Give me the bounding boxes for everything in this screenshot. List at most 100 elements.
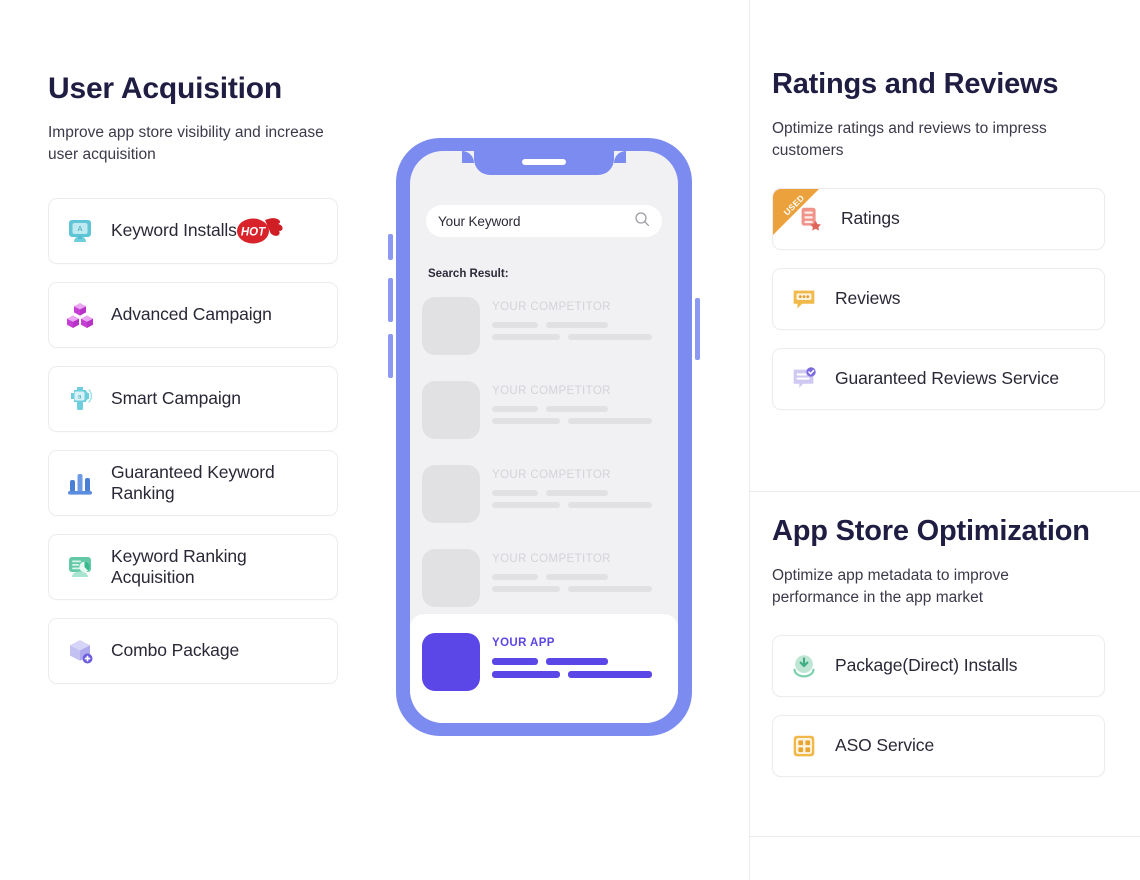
- search-icon[interactable]: [634, 211, 650, 232]
- service-card-label: Combo Package: [111, 640, 240, 661]
- search-result-list: YOUR COMPETITOR YOUR COMPETITOR YOUR COM…: [422, 291, 672, 711]
- bar-chart-icon: [63, 466, 97, 500]
- reviews-check-icon: [787, 362, 821, 396]
- placeholder-bar: [492, 574, 538, 580]
- service-card-ratings[interactable]: USED Ratings: [772, 187, 1105, 250]
- placeholder-bar: [546, 322, 608, 328]
- smart-broadcast-icon: a: [63, 382, 97, 416]
- my-app-thumbnail: [422, 633, 480, 691]
- placeholder-bar: [492, 406, 538, 412]
- service-card-label: Keyword Installs: [111, 220, 237, 241]
- result-row[interactable]: YOUR COMPETITOR: [422, 375, 672, 459]
- placeholder-bar: [492, 502, 560, 508]
- placeholder-bar: [568, 671, 652, 678]
- service-card-label: Smart Campaign: [111, 388, 241, 409]
- phone-screen: Your Keyword Search Result: YOUR COMPETI…: [410, 151, 678, 723]
- app-thumbnail: [422, 549, 480, 607]
- app-store-optimization-card-list: Package(Direct) Installs ASO Service: [772, 634, 1112, 777]
- placeholder-bar: [546, 406, 608, 412]
- service-card-label: Advanced Campaign: [111, 304, 272, 325]
- ratings-and-reviews-title: Ratings and Reviews: [772, 68, 1059, 100]
- placeholder-bar: [492, 334, 560, 340]
- service-card-advanced-campaign[interactable]: Advanced Campaign: [48, 281, 338, 348]
- search-input[interactable]: Your Keyword: [438, 214, 634, 229]
- chart-screen-icon: [63, 550, 97, 584]
- service-catalog-page: User Acquisition Improve app store visib…: [0, 0, 1140, 880]
- phone-button-volume-down: [388, 334, 393, 378]
- svg-text:a: a: [78, 393, 82, 400]
- horizontal-divider-lower: [750, 836, 1140, 837]
- user-acquisition-section: User Acquisition Improve app store visib…: [48, 72, 348, 702]
- phone-mockup: Your Keyword Search Result: YOUR COMPETI…: [388, 138, 700, 738]
- result-title: YOUR COMPETITOR: [492, 553, 611, 565]
- placeholder-bar: [546, 658, 608, 665]
- placeholder-bar: [546, 490, 608, 496]
- service-card-label: Reviews: [835, 288, 901, 309]
- service-card-label: Guaranteed Keyword Ranking: [111, 462, 275, 503]
- result-row[interactable]: YOUR COMPETITOR: [422, 459, 672, 543]
- service-card-aso-service[interactable]: ASO Service: [772, 714, 1105, 777]
- placeholder-bar: [568, 334, 652, 340]
- boxes-stack-icon: [63, 298, 97, 332]
- ratings-and-reviews-subtitle: Optimize ratings and reviews to impress …: [772, 119, 1047, 159]
- result-title: YOUR COMPETITOR: [492, 469, 611, 481]
- monitor-keyword-icon: A: [63, 214, 97, 248]
- app-thumbnail: [422, 297, 480, 355]
- service-card-label: Ratings: [841, 208, 900, 229]
- app-thumbnail: [422, 465, 480, 523]
- placeholder-bar: [492, 490, 538, 496]
- placeholder-bar: [568, 418, 652, 424]
- phone-notch: [462, 151, 626, 175]
- vertical-divider: [749, 0, 750, 880]
- result-title: YOUR COMPETITOR: [492, 301, 611, 313]
- svg-text:HOT: HOT: [241, 226, 266, 238]
- horizontal-divider-upper: [750, 491, 1140, 492]
- service-card-guaranteed-reviews-service[interactable]: Guaranteed Reviews Service: [772, 347, 1105, 410]
- placeholder-bar: [492, 418, 560, 424]
- ratings-and-reviews-section: Ratings and Reviews Optimize ratings and…: [772, 66, 1112, 428]
- phone-speaker: [522, 159, 566, 165]
- service-card-label: Package(Direct) Installs: [835, 655, 1018, 676]
- speech-bubble-icon: [787, 282, 821, 316]
- service-card-guaranteed-keyword-ranking[interactable]: Guaranteed Keyword Ranking: [48, 449, 338, 516]
- service-card-reviews[interactable]: Reviews: [772, 267, 1105, 330]
- app-store-optimization-subtitle: Optimize app metadata to improve perform…: [772, 566, 1009, 606]
- service-card-keyword-installs[interactable]: A Keyword Installs HOT: [48, 197, 338, 264]
- search-result-heading: Search Result:: [428, 268, 509, 280]
- placeholder-bar: [492, 322, 538, 328]
- ratings-star-icon: [793, 202, 827, 236]
- placeholder-bar: [492, 586, 560, 592]
- download-circle-icon: [787, 649, 821, 683]
- phone-button-power: [695, 298, 700, 360]
- placeholder-bar: [568, 502, 652, 508]
- ratings-and-reviews-card-list: USED Ratings Reviews Guaranteed Reviews …: [772, 187, 1112, 410]
- service-card-smart-campaign[interactable]: a Smart Campaign: [48, 365, 338, 432]
- service-card-label: Guaranteed Reviews Service: [835, 368, 1060, 389]
- result-row[interactable]: YOUR COMPETITOR: [422, 291, 672, 375]
- phone-button-silent: [388, 234, 393, 260]
- placeholder-bar: [546, 574, 608, 580]
- phone-button-volume-up: [388, 278, 393, 322]
- result-title: YOUR APP: [492, 637, 555, 649]
- placeholder-bar: [492, 671, 560, 678]
- user-acquisition-subtitle: Improve app store visibility and increas…: [48, 123, 324, 163]
- placeholder-bar: [568, 586, 652, 592]
- app-store-search-bar[interactable]: Your Keyword: [426, 205, 662, 237]
- service-card-label: ASO Service: [835, 735, 935, 756]
- service-card-label: Keyword Ranking Acquisition: [111, 546, 247, 587]
- result-row-my-app[interactable]: YOUR APP: [422, 627, 672, 711]
- result-row[interactable]: YOUR COMPETITOR: [422, 543, 672, 627]
- svg-text:A: A: [78, 226, 83, 233]
- service-card-package-direct-installs[interactable]: Package(Direct) Installs: [772, 634, 1105, 697]
- app-thumbnail: [422, 381, 480, 439]
- result-title: YOUR COMPETITOR: [492, 385, 611, 397]
- hot-badge: HOT: [234, 216, 290, 246]
- package-plus-icon: [63, 634, 97, 668]
- service-card-combo-package[interactable]: Combo Package: [48, 617, 338, 684]
- grid-squares-icon: [787, 729, 821, 763]
- app-store-optimization-title: App Store Optimization: [772, 515, 1090, 547]
- service-card-keyword-ranking-acquisition[interactable]: Keyword Ranking Acquisition: [48, 533, 338, 600]
- app-store-optimization-section: App Store Optimization Optimize app meta…: [772, 513, 1112, 795]
- user-acquisition-card-list: A Keyword Installs HOT Advanced Campaign…: [48, 197, 348, 684]
- placeholder-bar: [492, 658, 538, 665]
